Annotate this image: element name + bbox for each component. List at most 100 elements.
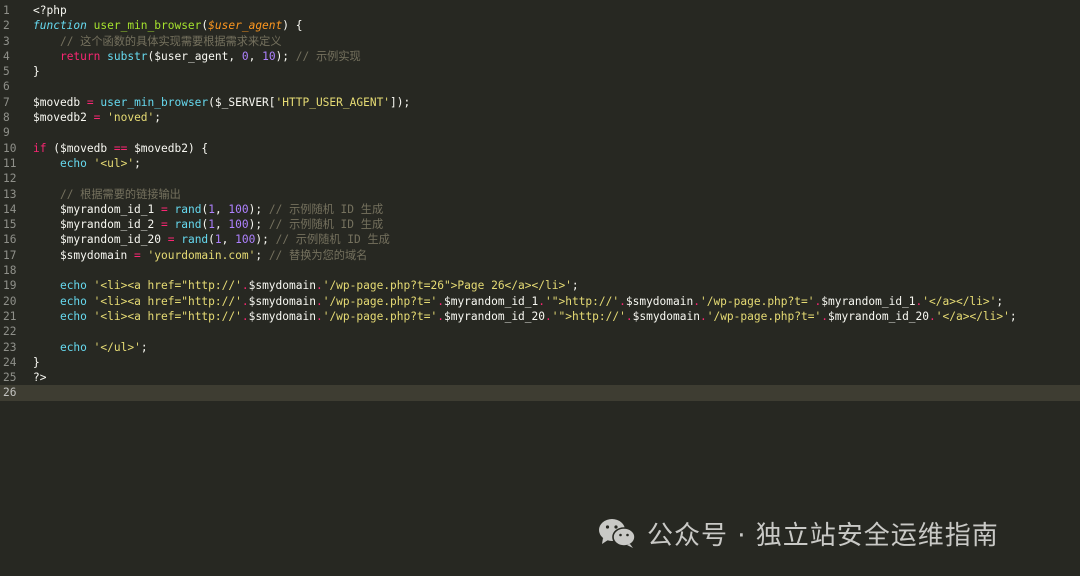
code-line[interactable]: 12	[0, 171, 1080, 186]
code-token: );	[248, 202, 269, 216]
line-number: 17	[3, 248, 17, 262]
code-token: $smydomain	[625, 294, 694, 308]
code-token: .	[929, 309, 936, 323]
code-line[interactable]: 19 echo '<li><a href="http://'.$smydomai…	[0, 278, 1080, 293]
code-token: ;	[1009, 309, 1017, 323]
code-token: ,	[214, 218, 229, 232]
line-code: echo '<li><a href="http://'.$smydomain.'…	[33, 278, 579, 293]
line-number: 1	[3, 4, 10, 17]
code-token: function	[33, 19, 87, 33]
code-token: $myrandom_id_1	[33, 202, 161, 216]
code-line[interactable]: 23 echo '</ul>';	[0, 340, 1080, 355]
code-line[interactable]: 16 $myrandom_id_20 = rand(1, 100); // 示例…	[0, 232, 1080, 247]
code-token: .	[315, 309, 323, 323]
code-line[interactable]: 3 // 这个函数的具体实现需要根据需求来定义	[0, 34, 1080, 49]
code-token: .	[538, 294, 546, 308]
line-number: 11	[3, 156, 17, 170]
code-line[interactable]: 22	[0, 324, 1080, 339]
code-token: '/wp-page.php?t='	[706, 309, 822, 323]
code-line[interactable]: 15 $myrandom_id_2 = rand(1, 100); // 示例随…	[0, 217, 1080, 232]
line-code: $myrandom_id_1 = rand(1, 100); // 示例随机 I…	[33, 202, 383, 217]
line-number: 4	[3, 49, 10, 63]
line-code: }	[33, 64, 40, 79]
line-number: 13	[3, 187, 17, 201]
code-token: 1	[208, 202, 215, 216]
code-line[interactable]: 18	[0, 263, 1080, 278]
code-token: '/wp-page.php?t='	[322, 294, 438, 308]
code-token: '<li><a href="http://'	[93, 279, 242, 293]
code-token: ;	[571, 279, 579, 293]
code-editor[interactable]: 1 <?php 2 function user_min_browser($user_a…	[0, 0, 1080, 576]
code-token: $user_agent	[208, 19, 283, 33]
code-token: $myrandom_id_20	[827, 309, 930, 323]
code-line[interactable]: 7 $movedb = user_min_browser($_SERVER['HT…	[0, 95, 1080, 110]
code-token: echo	[59, 294, 87, 308]
code-token: .	[315, 279, 323, 293]
code-line[interactable]: 26	[0, 385, 1080, 401]
line-number: 5	[3, 65, 10, 79]
code-line[interactable]: 14 $myrandom_id_1 = rand(1, 100); // 示例随…	[0, 202, 1080, 217]
code-token: =	[160, 218, 168, 232]
code-token: .	[241, 309, 249, 323]
code-line[interactable]: 2 function user_min_browser($user_agent) …	[0, 18, 1080, 33]
code-token: user_min_browser	[93, 19, 202, 33]
code-line[interactable]: 20 echo '<li><a href="http://'.$smydomai…	[0, 294, 1080, 309]
code-token: $smydomain	[33, 248, 135, 262]
code-token: $movedb2	[33, 111, 94, 125]
code-line[interactable]: 13 // 根据需要的链接输出	[0, 187, 1080, 202]
code-token: $smydomain	[248, 294, 316, 308]
line-number: 24	[3, 355, 17, 369]
line-number: 21	[3, 309, 17, 323]
code-token: ($user_agent,	[147, 49, 242, 63]
line-number: 22	[3, 325, 17, 339]
code-token: );	[275, 49, 296, 63]
code-token: // 示例实现	[295, 49, 361, 63]
code-token: 'noved'	[107, 111, 155, 125]
code-token: 0	[241, 49, 249, 63]
code-token: // 这个函数的具体实现需要根据需求来定义	[59, 34, 282, 48]
line-number: 10	[3, 141, 17, 155]
code-token: rand	[174, 202, 202, 216]
code-line[interactable]: 11 echo '<ul>';	[0, 156, 1080, 171]
code-token: 10	[262, 49, 276, 63]
code-token: '/wp-page.php?t='	[322, 309, 438, 323]
code-line[interactable]: 21 echo '<li><a href="http://'.$smydomai…	[0, 309, 1080, 324]
code-token: '<li><a href="http://'	[93, 294, 242, 308]
line-code: function user_min_browser($user_agent) {	[33, 18, 302, 33]
code-token: <?php	[33, 4, 67, 17]
code-token: '</ul>'	[93, 340, 141, 354]
code-token: // 根据需要的链接输出	[59, 187, 181, 201]
code-token: 1	[208, 218, 215, 232]
code-line[interactable]: 6	[0, 79, 1080, 94]
code-line[interactable]: 17 $smydomain = 'yourdomain.com'; // 替换为…	[0, 248, 1080, 263]
code-line[interactable]: 1 <?php	[0, 3, 1080, 18]
code-token: 'yourdomain.com'	[147, 248, 256, 262]
code-line[interactable]: 4 return substr($user_agent, 0, 10); // …	[0, 49, 1080, 64]
code-line[interactable]: 25 ?>	[0, 370, 1080, 385]
code-line[interactable]: 24}	[0, 355, 1080, 370]
line-code: // 根据需要的链接输出	[33, 187, 181, 202]
code-token: echo	[59, 340, 87, 354]
code-token: substr	[107, 49, 148, 63]
code-token: .	[241, 279, 249, 293]
code-token: '</a></li>'	[922, 294, 997, 308]
code-token: );	[255, 233, 276, 247]
code-line[interactable]: 8 $movedb2 = 'noved';	[0, 110, 1080, 125]
code-token: ?>	[33, 371, 47, 385]
code-line[interactable]: 9	[0, 125, 1080, 140]
line-number: 12	[3, 172, 17, 186]
code-line[interactable]: 10 if ($movedb == $movedb2) {	[0, 141, 1080, 156]
line-code: // 这个函数的具体实现需要根据需求来定义	[33, 34, 282, 49]
code-token: 100	[235, 233, 256, 247]
code-line[interactable]: 5}	[0, 64, 1080, 79]
line-number: 14	[3, 202, 17, 216]
code-token: }	[33, 65, 40, 79]
line-code: echo '<li><a href="http://'.$smydomain.'…	[33, 294, 1003, 309]
